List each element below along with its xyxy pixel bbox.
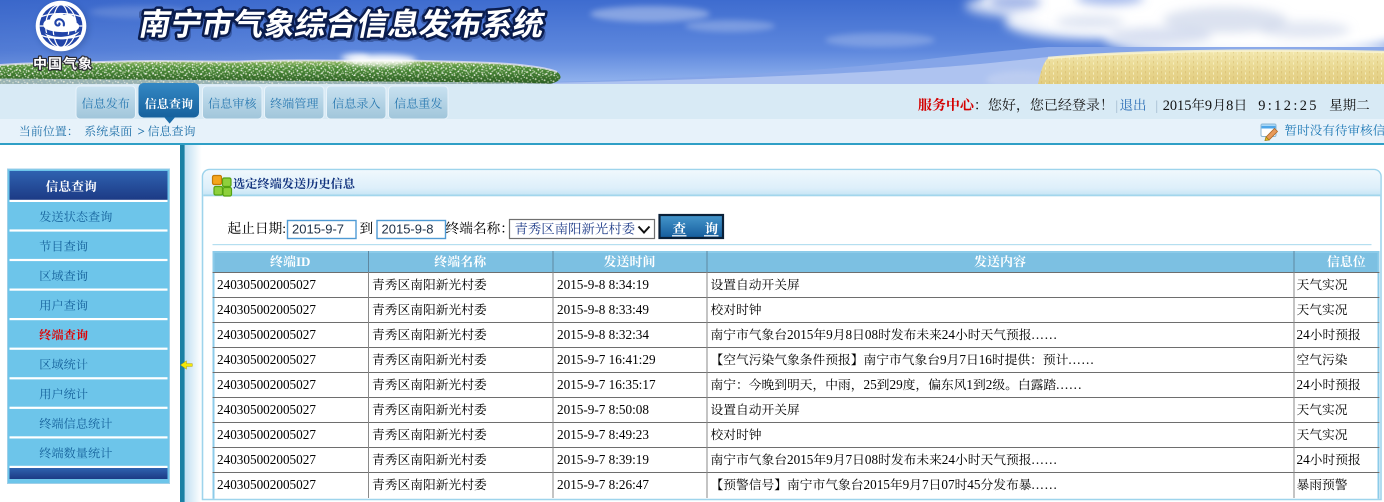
svg-text:......: ...... bbox=[1032, 452, 1058, 467]
svg-text:24: 24 bbox=[1297, 327, 1311, 342]
svg-text:2015: 2015 bbox=[864, 477, 891, 492]
svg-text:|: | bbox=[1155, 99, 1158, 114]
svg-text:8: 8 bbox=[846, 327, 853, 342]
svg-text:16: 16 bbox=[979, 352, 993, 367]
svg-text:08: 08 bbox=[865, 452, 879, 467]
svg-text:24: 24 bbox=[1297, 452, 1311, 467]
svg-text:9: 9 bbox=[826, 452, 833, 467]
svg-text:24: 24 bbox=[942, 452, 956, 467]
svg-text:240305002005027: 240305002005027 bbox=[217, 302, 316, 317]
svg-text:07: 07 bbox=[941, 477, 955, 492]
svg-text:24: 24 bbox=[942, 327, 956, 342]
svg-text:9: 9 bbox=[826, 327, 833, 342]
svg-text:45: 45 bbox=[967, 477, 981, 492]
svg-text:2015: 2015 bbox=[1163, 98, 1192, 114]
svg-text::: : bbox=[282, 221, 286, 236]
svg-text:ID: ID bbox=[296, 254, 310, 269]
svg-text:......: ...... bbox=[1068, 352, 1094, 367]
svg-text:240305002005027: 240305002005027 bbox=[217, 377, 316, 392]
svg-text:24: 24 bbox=[1297, 377, 1311, 392]
svg-text:2015-9-7 8:50:08: 2015-9-7 8:50:08 bbox=[557, 402, 649, 417]
svg-text:......: ...... bbox=[1056, 377, 1082, 392]
svg-text:9: 9 bbox=[940, 352, 947, 367]
svg-text:2015-9-7 8:49:23: 2015-9-7 8:49:23 bbox=[557, 427, 649, 442]
svg-text:240305002005027: 240305002005027 bbox=[217, 477, 316, 492]
svg-text:1: 1 bbox=[966, 377, 973, 392]
svg-text:240305002005027: 240305002005027 bbox=[217, 452, 316, 467]
svg-text:2015-9-8: 2015-9-8 bbox=[382, 222, 434, 237]
svg-text:......: ...... bbox=[1032, 477, 1058, 492]
svg-text:7: 7 bbox=[846, 452, 853, 467]
svg-text:240305002005027: 240305002005027 bbox=[217, 402, 316, 417]
svg-text:240305002005027: 240305002005027 bbox=[217, 427, 316, 442]
svg-text:9: 9 bbox=[903, 477, 910, 492]
svg-text:|: | bbox=[1115, 99, 1118, 114]
svg-text:2015: 2015 bbox=[787, 452, 814, 467]
svg-text:......: ...... bbox=[1032, 327, 1058, 342]
svg-text:08: 08 bbox=[865, 327, 879, 342]
svg-text:2015-9-7 16:35:17: 2015-9-7 16:35:17 bbox=[557, 377, 656, 392]
svg-text:9: 9 bbox=[1205, 98, 1212, 114]
svg-text:2: 2 bbox=[986, 377, 993, 392]
svg-text:7: 7 bbox=[922, 477, 929, 492]
svg-text:8: 8 bbox=[1226, 98, 1233, 114]
svg-text:>: > bbox=[138, 124, 145, 139]
svg-text:2015: 2015 bbox=[787, 327, 814, 342]
svg-text:240305002005027: 240305002005027 bbox=[217, 352, 316, 367]
svg-text:2015-9-7: 2015-9-7 bbox=[292, 222, 344, 237]
svg-text:29: 29 bbox=[890, 377, 904, 392]
svg-text:240305002005027: 240305002005027 bbox=[217, 327, 316, 342]
svg-text:2015-9-7 16:41:29: 2015-9-7 16:41:29 bbox=[557, 352, 656, 367]
svg-text:2015-9-7 8:39:19: 2015-9-7 8:39:19 bbox=[557, 452, 649, 467]
svg-text:2015-9-8 8:33:49: 2015-9-8 8:33:49 bbox=[557, 302, 649, 317]
svg-text:25: 25 bbox=[864, 377, 878, 392]
svg-text:2015-9-7 8:26:47: 2015-9-7 8:26:47 bbox=[557, 477, 649, 492]
svg-text:240305002005027: 240305002005027 bbox=[217, 277, 316, 292]
svg-text:2015-9-8 8:32:34: 2015-9-8 8:32:34 bbox=[557, 327, 649, 342]
svg-text:7: 7 bbox=[959, 352, 966, 367]
svg-text:2015-9-8 8:34:19: 2015-9-8 8:34:19 bbox=[557, 277, 649, 292]
